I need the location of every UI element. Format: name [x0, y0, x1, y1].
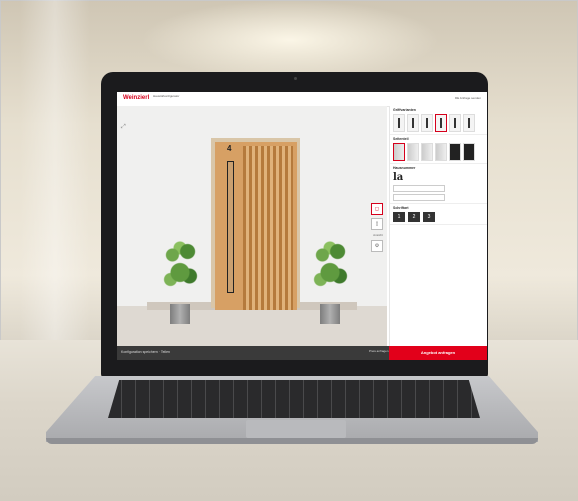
handle-option[interactable] [463, 114, 475, 132]
request-offer-button[interactable]: Angebot anfragen [389, 346, 487, 360]
section-sidelight: Seitenteil [390, 135, 487, 164]
door-icon[interactable]: ▯ [371, 218, 383, 230]
section-title: Seitenteil [393, 137, 409, 141]
plant-leaves-icon [161, 234, 199, 304]
camera-icon[interactable]: ◻ [371, 203, 383, 215]
number-style-option[interactable]: 3 [423, 212, 435, 222]
plant-right [311, 234, 349, 324]
plant-pot [320, 304, 340, 324]
sidelight-option[interactable] [421, 143, 433, 161]
webcam-icon [294, 77, 297, 80]
laptop-screen: Weinzierl Haustürkonfigurator DE Anfrage… [117, 92, 487, 360]
handle-option[interactable] [393, 114, 405, 132]
house-number: 4 [227, 144, 232, 153]
plant-leaves-icon [311, 234, 349, 304]
handle-option[interactable] [449, 114, 461, 132]
laptop-base-edge [46, 438, 538, 444]
handle-option-selected[interactable] [435, 114, 447, 132]
handle-option[interactable] [407, 114, 419, 132]
trackpad [246, 420, 346, 438]
price-inquiry-link[interactable]: Preis anfragen [369, 349, 389, 353]
sidelight-option[interactable] [449, 143, 461, 161]
header-actions[interactable]: DE Anfrage senden [455, 96, 481, 100]
brand-logo[interactable]: Weinzierl [123, 95, 149, 101]
settings-icon[interactable]: ⚙ [371, 240, 383, 252]
footer-actions[interactable]: Konfiguration speichern · Teilen [121, 350, 170, 354]
door-handle-bar [227, 161, 234, 293]
house-number-input[interactable] [393, 194, 445, 201]
door-preview-stage: 4 ⤢ [117, 106, 387, 346]
handle-options [393, 114, 485, 132]
background-light [140, 0, 440, 80]
sidelight-option[interactable] [435, 143, 447, 161]
sidelight-option[interactable] [407, 143, 419, 161]
font-sample[interactable]: la [393, 172, 485, 183]
section-title: Hausnummer [393, 166, 416, 170]
view-toolbar: ◻ ▯ Ansicht ⚙ [371, 200, 385, 255]
app-header: Weinzierl Haustürkonfigurator DE Anfrage… [117, 92, 487, 107]
section-title: Schriftart [393, 206, 409, 210]
number-style-options: 1 2 3 [393, 212, 485, 222]
section-house-number: Hausnummer la [390, 164, 487, 204]
number-style-option[interactable]: 1 [393, 212, 405, 222]
handle-option[interactable] [421, 114, 433, 132]
section-title: Griffvarianten [393, 108, 416, 112]
expand-icon[interactable]: ⤢ [121, 124, 126, 131]
house-number-input[interactable] [393, 185, 445, 192]
section-handles: Griffvarianten [390, 106, 487, 135]
sidelight-option[interactable] [463, 143, 475, 161]
brand-subtitle: Haustürkonfigurator [153, 94, 180, 98]
background-window [20, 0, 90, 360]
plant-left [161, 234, 199, 324]
config-panel: Griffvarianten Seitenteil Hausnummer la … [389, 106, 487, 346]
keyboard [108, 380, 480, 418]
section-font: Schriftart 1 2 3 [390, 204, 487, 225]
plant-pot [170, 304, 190, 324]
sidelight-option-selected[interactable] [393, 143, 405, 161]
app-footer: Konfiguration speichern · Teilen Preis a… [117, 346, 487, 360]
sidelight-options [393, 143, 485, 161]
door-wood-slats [243, 146, 293, 310]
number-style-option[interactable]: 2 [408, 212, 420, 222]
tool-label-view: Ansicht [373, 233, 383, 237]
